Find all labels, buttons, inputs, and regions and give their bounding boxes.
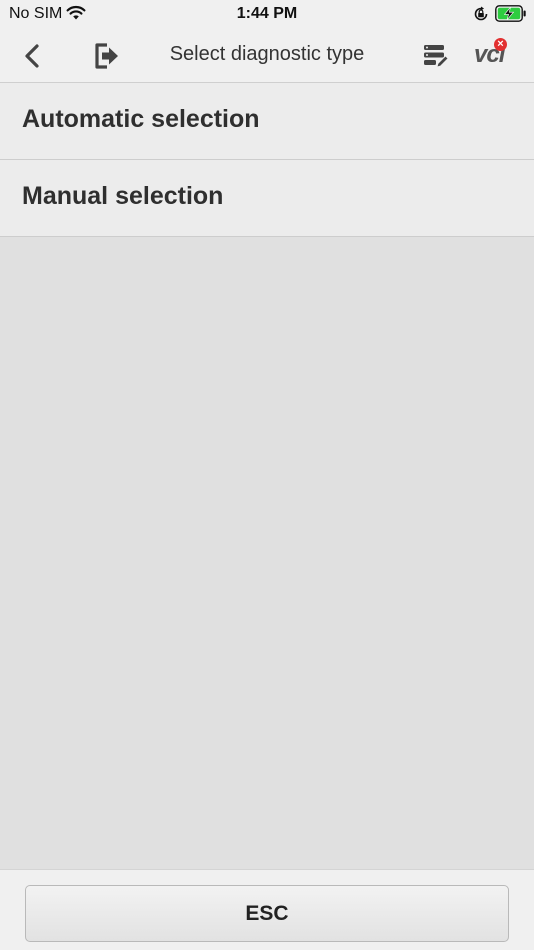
report-icon	[424, 45, 449, 68]
battery-charging-icon	[495, 5, 526, 22]
option-manual-selection[interactable]: Manual selection	[0, 160, 534, 237]
footer: ESC	[0, 869, 534, 950]
clock: 1:44 PM	[236, 5, 298, 22]
back-button[interactable]	[17, 40, 49, 72]
rotation-lock-icon	[474, 6, 488, 21]
vci-button[interactable]: vci ×	[470, 38, 514, 72]
diagnostic-type-list: Automatic selection Manual selection	[0, 83, 534, 237]
status-bar: No SIM 1:44 PM	[0, 0, 534, 28]
nav-bar: Select diagnostic type vci ×	[0, 28, 534, 83]
screen: No SIM 1:44 PM Select diagnostic type vc…	[0, 0, 534, 950]
report-button[interactable]	[418, 40, 450, 72]
vci-disconnected-badge: ×	[494, 38, 507, 51]
page-title: Select diagnostic type	[169, 43, 365, 65]
option-automatic-selection[interactable]: Automatic selection	[0, 83, 534, 160]
exit-button[interactable]	[91, 40, 123, 72]
exit-icon	[95, 43, 118, 69]
back-chevron-icon	[25, 44, 39, 68]
esc-button[interactable]: ESC	[25, 885, 509, 942]
